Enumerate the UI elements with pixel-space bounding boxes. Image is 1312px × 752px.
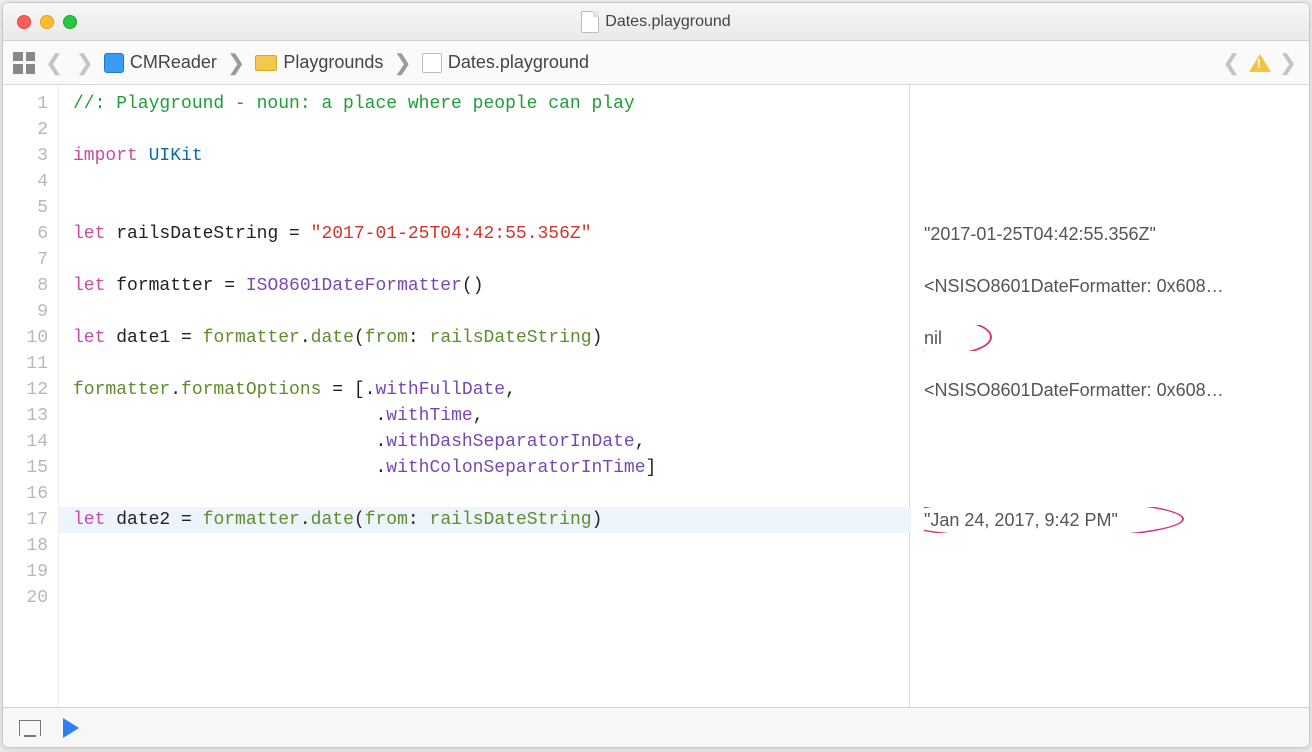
titlebar: Dates.playground (3, 3, 1309, 41)
keyword: let (73, 276, 105, 296)
debug-bar (3, 707, 1309, 747)
toggle-debug-button[interactable] (19, 720, 41, 736)
traffic-lights (17, 15, 77, 29)
line-number: 13 (3, 403, 48, 429)
string-literal: "2017-01-25T04:42:55.356Z" (311, 224, 592, 244)
breadcrumb-file[interactable]: Dates.playground (422, 52, 589, 73)
code-editor[interactable]: //: Playground - noun: a place where peo… (59, 85, 909, 707)
result-value[interactable]: "2017-01-25T04:42:55.356Z" (924, 221, 1309, 247)
nav-forward-button[interactable]: ❯ (73, 50, 95, 76)
breadcrumb-file-label: Dates.playground (448, 52, 589, 73)
identifier: date2 (116, 510, 170, 530)
identifier: UIKit (149, 146, 203, 166)
line-number: 16 (3, 481, 48, 507)
title-text: Dates.playground (605, 13, 730, 31)
keyword: let (73, 328, 105, 348)
run-button[interactable] (63, 718, 79, 738)
keyword: let (73, 224, 105, 244)
nav-back-button[interactable]: ❮ (43, 50, 65, 76)
result-value[interactable]: "Jan 24, 2017, 9:42 PM" (924, 507, 1309, 533)
line-number: 10 (3, 325, 48, 351)
breadcrumb-folder[interactable]: Playgrounds (255, 52, 383, 73)
swift-file-icon (422, 53, 442, 73)
related-items-button[interactable] (13, 52, 35, 74)
code-comment: //: Playground - noun: a place where peo… (73, 94, 635, 114)
issue-back-button[interactable]: ❮ (1220, 50, 1242, 76)
minimize-button[interactable] (40, 15, 54, 29)
jump-bar: ❮ ❯ CMReader ❯ Playgrounds ❯ Dates.playg… (3, 41, 1309, 85)
line-number: 14 (3, 429, 48, 455)
folder-icon (255, 55, 277, 71)
results-sidebar: "2017-01-25T04:42:55.356Z" <NSISO8601Dat… (909, 85, 1309, 707)
chevron-right-icon: ❯ (391, 50, 413, 76)
close-button[interactable] (17, 15, 31, 29)
line-number: 11 (3, 351, 48, 377)
issue-forward-button[interactable]: ❯ (1277, 50, 1299, 76)
line-number: 9 (3, 299, 48, 325)
keyword: let (73, 510, 105, 530)
swift-file-icon (581, 11, 599, 33)
project-icon (104, 53, 124, 73)
line-gutter: 1 2 3 4 5 6 7 8 9 10 11 12 13 14 15 16 1… (3, 85, 59, 707)
line-number: 17 (3, 507, 48, 533)
keyword: import (73, 146, 138, 166)
line-number: 6 (3, 221, 48, 247)
identifier: date1 (116, 328, 170, 348)
line-number: 4 (3, 169, 48, 195)
breadcrumb-project-label: CMReader (130, 52, 217, 73)
xcode-window: Dates.playground ❮ ❯ CMReader ❯ Playgrou… (2, 2, 1310, 748)
line-number: 2 (3, 117, 48, 143)
type-name: ISO8601DateFormatter (246, 276, 462, 296)
warning-icon[interactable] (1249, 54, 1271, 72)
line-number: 3 (3, 143, 48, 169)
breadcrumb-project[interactable]: CMReader (104, 52, 217, 73)
result-value[interactable]: <NSISO8601DateFormatter: 0x608… (924, 377, 1309, 403)
result-value[interactable]: <NSISO8601DateFormatter: 0x608… (924, 273, 1309, 299)
line-number: 12 (3, 377, 48, 403)
window-title: Dates.playground (3, 11, 1309, 33)
zoom-button[interactable] (63, 15, 77, 29)
line-number: 8 (3, 273, 48, 299)
identifier: railsDateString (116, 224, 278, 244)
line-number: 1 (3, 91, 48, 117)
result-value[interactable]: nil (924, 325, 1309, 351)
identifier: formatter (116, 276, 213, 296)
breadcrumb-folder-label: Playgrounds (283, 52, 383, 73)
line-number: 20 (3, 585, 48, 611)
line-number: 18 (3, 533, 48, 559)
chevron-right-icon: ❯ (225, 50, 247, 76)
line-number: 7 (3, 247, 48, 273)
line-number: 19 (3, 559, 48, 585)
line-number: 15 (3, 455, 48, 481)
editor-area: 1 2 3 4 5 6 7 8 9 10 11 12 13 14 15 16 1… (3, 85, 1309, 707)
line-number: 5 (3, 195, 48, 221)
